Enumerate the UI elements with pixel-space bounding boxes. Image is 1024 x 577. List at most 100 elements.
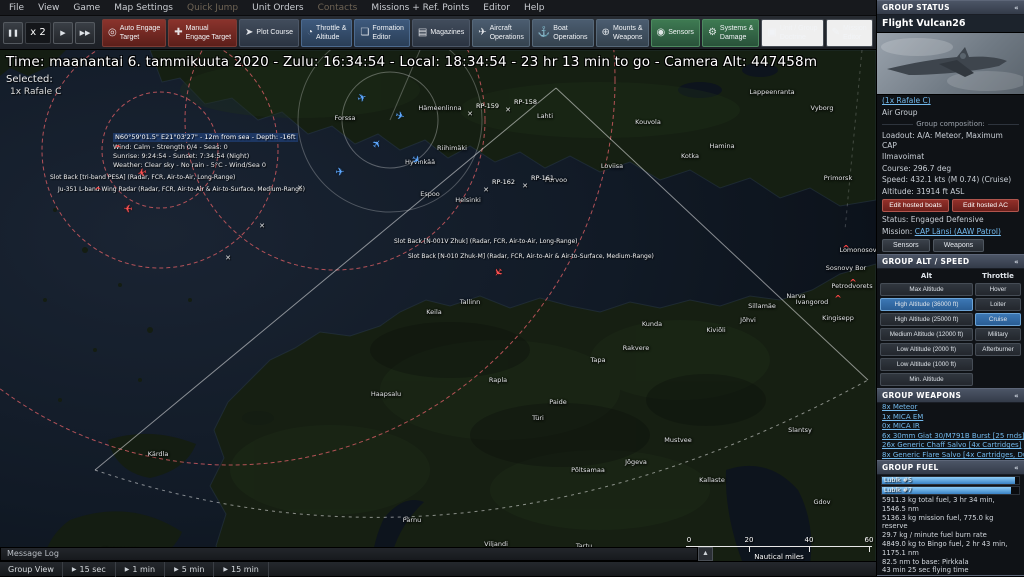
toolbar-button[interactable]: ⚙ Systems &Damage <box>702 19 759 47</box>
menu-item[interactable]: Game <box>66 0 107 16</box>
weapon-link[interactable]: 26x Generic Chaff Salvo [4x Cartridges] <box>877 441 1024 451</box>
altitude-preset-button[interactable]: Low Altitude (1000 ft) <box>880 358 973 371</box>
time-step-button[interactable]: 5 min <box>165 562 214 577</box>
composition-divider: Group composition: <box>877 118 1024 130</box>
altitude-preset-button[interactable]: Min. Altitude <box>880 373 973 386</box>
unit-icon[interactable] <box>137 161 146 180</box>
x-mark[interactable]: ✕ <box>259 222 265 230</box>
x-mark[interactable]: ✕ <box>225 254 231 262</box>
toolbar-button[interactable]: ✈ AircraftOperations <box>472 19 530 47</box>
menu-item[interactable]: Map Settings <box>107 0 180 16</box>
toolbar-button[interactable]: ◉ Sensors <box>651 19 700 47</box>
edit-hosted-boats-button[interactable]: Edit hosted boats <box>882 199 949 212</box>
menu-item[interactable]: Quick Jump <box>180 0 245 16</box>
unit-icon[interactable] <box>372 133 381 152</box>
unit-icon[interactable] <box>395 105 404 124</box>
unit-icon[interactable] <box>493 261 502 280</box>
toolbar-button[interactable]: ▤ Magazines <box>412 19 470 47</box>
menu-item[interactable]: Help <box>517 0 552 16</box>
altitude-preset-button[interactable]: High Altitude (25000 ft) <box>880 313 973 326</box>
menu-item[interactable]: Editor <box>476 0 517 16</box>
message-log-bar[interactable]: Message Log <box>0 547 698 561</box>
toolbar-button[interactable]: ➤ Plot Course <box>239 19 299 47</box>
reference-point-label[interactable]: RP-159 <box>476 102 499 110</box>
unit-icon[interactable] <box>849 271 857 290</box>
weapons-button[interactable]: Weapons <box>933 239 984 252</box>
x-mark[interactable]: ✕ <box>522 182 528 190</box>
unit-icon[interactable] <box>335 161 344 180</box>
x-mark[interactable]: ✕ <box>483 186 489 194</box>
menu-item[interactable]: Unit Orders <box>245 0 310 16</box>
unit-icon[interactable] <box>357 87 366 106</box>
group-status-header[interactable]: GROUP STATUS« <box>877 0 1024 15</box>
throttle-preset-button[interactable]: Cruise <box>975 313 1021 326</box>
time-step-button[interactable]: 15 min <box>214 562 268 577</box>
unit-icon[interactable] <box>114 137 122 156</box>
x-mark[interactable]: ✕ <box>505 106 511 114</box>
scale-tick-mark <box>749 547 750 552</box>
pause-button[interactable]: ❚❚ <box>3 22 23 44</box>
group-alt-speed-header[interactable]: GROUP ALT / SPEED« <box>877 254 1024 269</box>
x-mark[interactable]: ✕ <box>467 110 473 118</box>
throttle-preset-button[interactable]: Loiter <box>975 298 1021 311</box>
altitude-preset-button[interactable]: Medium Altitude (12000 ft) <box>880 328 973 341</box>
loadout-line: Loadout: A/A: Meteor, Maximum CAP <box>877 130 1024 151</box>
play-button[interactable]: ▶ <box>53 22 73 44</box>
toolbar-button[interactable]: ▣ Unit / GroupDoctrine <box>761 19 823 47</box>
weapon-link[interactable]: 8x Generic Flare Salvo [4x Cartridges, D… <box>877 451 1024 461</box>
fast-forward-button[interactable]: ▶▶ <box>75 22 95 44</box>
toolbar: ❚❚ x 2 ▶ ▶▶ ◎ Auto EngageTarget ✚ Manual… <box>0 16 876 50</box>
toolbar-button[interactable]: ◔ Throttle &Altitude <box>301 19 352 47</box>
unit-link[interactable]: (1x Rafale C) <box>882 96 931 105</box>
group-fuel-header[interactable]: GROUP FUEL« <box>877 460 1024 475</box>
toolbar-button[interactable]: ✚ ManualEngage Target <box>168 19 237 47</box>
altitude-preset-button[interactable]: Max Altitude <box>880 283 973 296</box>
edit-hosted-ac-button[interactable]: Edit hosted AC <box>952 199 1019 212</box>
time-compression-display[interactable]: x 2 <box>25 22 51 44</box>
aircraft-glyph <box>123 202 133 214</box>
reference-point-label[interactable]: RP-161 <box>531 174 554 182</box>
throttle-buttons: Hover Loiter Cruise Military Afterburner <box>975 283 1021 356</box>
toolbar-button[interactable]: ⊕ Mounts &Weapons <box>596 19 649 47</box>
altitude-preset-button[interactable]: Low Altitude (2000 ft) <box>880 343 973 356</box>
unit-icon[interactable] <box>123 197 132 216</box>
throttle-preset-button[interactable]: Afterburner <box>975 343 1021 356</box>
toolbar-button[interactable]: ✎ MissionEditor <box>826 19 873 47</box>
toolbar-button[interactable]: ❏ FormationEditor <box>354 19 409 47</box>
group-view-button[interactable]: Group View <box>4 562 63 577</box>
toolbar-button[interactable]: ⚓ BoatOperations <box>532 19 594 47</box>
fuel-detail-line: 43 min 25 sec flying time <box>877 566 1024 575</box>
city-label: Hamina <box>709 142 734 150</box>
time-step-button[interactable]: 1 min <box>116 562 165 577</box>
unit-icon[interactable] <box>411 149 420 168</box>
selected-unit[interactable]: 1x Rafale C <box>10 87 61 97</box>
group-weapons-header[interactable]: GROUP WEAPONS« <box>877 388 1024 403</box>
altitude-preset-button[interactable]: High Altitude (36000 ft) <box>880 298 973 311</box>
sensors-button[interactable]: Sensors <box>882 239 930 252</box>
map-viewport[interactable]: Time: maanantai 6. tammikuuta 2020 - Zul… <box>0 50 876 576</box>
weapon-link[interactable]: 1x MICA EM <box>877 413 1024 423</box>
x-mark[interactable]: ✕ <box>297 184 303 192</box>
menu-item[interactable]: File <box>2 0 31 16</box>
menu-item[interactable]: Missions + Ref. Points <box>364 0 476 16</box>
fuel-detail-line: 5136.3 kg mission fuel, 775.0 kg reserve <box>877 514 1024 532</box>
unit-icon[interactable] <box>834 287 842 306</box>
reference-point-label[interactable]: RP-158 <box>514 98 537 106</box>
weapon-link[interactable]: 6x 30mm Giat 30/M791B Burst [25 rnds] <box>877 432 1024 442</box>
aircraft-glyph <box>335 166 345 178</box>
throttle-preset-button[interactable]: Military <box>975 328 1021 341</box>
unit-icon[interactable] <box>94 179 102 198</box>
toolbar-button[interactable]: ◎ Auto EngageTarget <box>102 19 166 47</box>
weapon-link[interactable]: 0x MICA IR <box>877 422 1024 432</box>
menu-item[interactable]: View <box>31 0 66 16</box>
menu-item[interactable]: Contacts <box>311 0 365 16</box>
mission-link[interactable]: CAP Länsi (AAW Patrol) <box>915 227 1001 236</box>
throttle-preset-button[interactable]: Hover <box>975 283 1021 296</box>
message-log-expand-button[interactable]: ▲ <box>698 547 713 561</box>
city-label: Riihimäki <box>437 144 467 152</box>
reference-point-label[interactable]: RP-162 <box>492 178 515 186</box>
selected-label: Selected: <box>6 74 53 85</box>
time-step-button[interactable]: 15 sec <box>63 562 116 577</box>
unit-icon[interactable] <box>842 237 850 256</box>
weapon-link[interactable]: 8x Meteor <box>877 403 1024 413</box>
